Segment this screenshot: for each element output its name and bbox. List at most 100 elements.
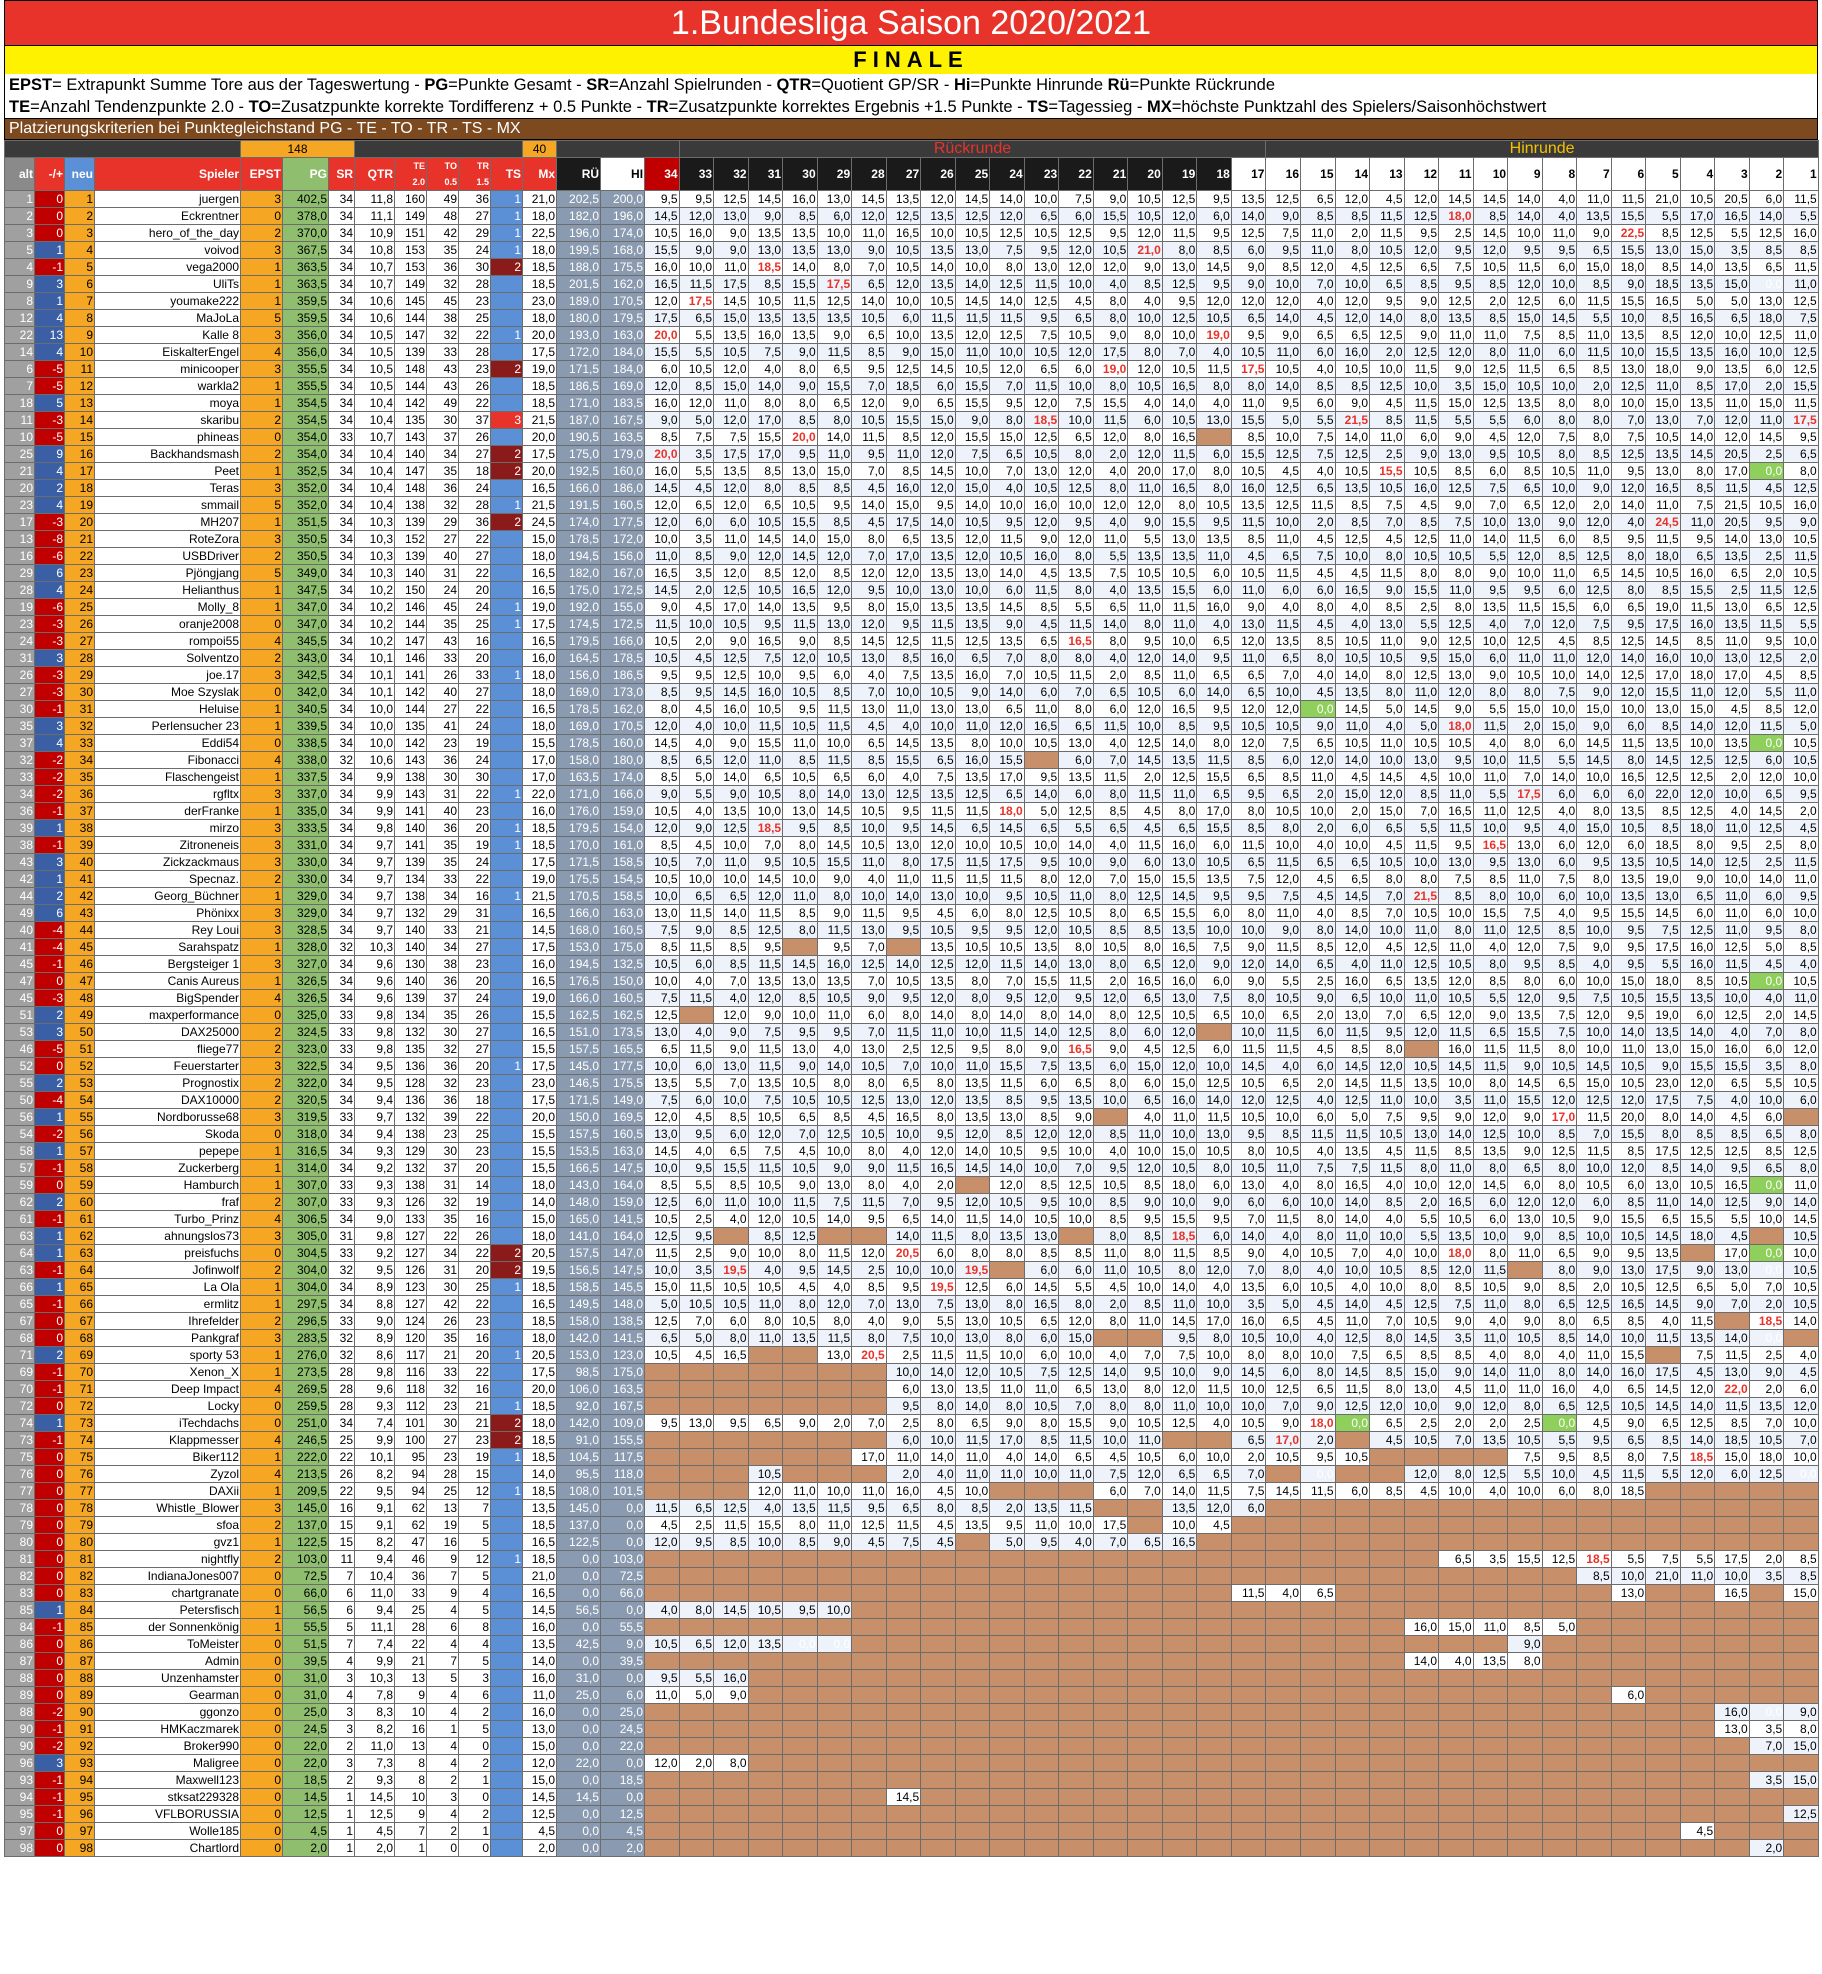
day-score: 9,0 [816,904,853,922]
day-score: 6,0 [1541,853,1578,871]
day-score: 8,5 [782,207,818,225]
day-score: 8,5 [1507,1618,1543,1636]
day-wins: 1 [490,224,524,242]
epst: 1 [240,938,283,956]
day-score [1403,1686,1440,1704]
second-half-points: 91,0 [556,1431,602,1449]
rank-new: 83 [64,1584,95,1602]
day-score: 12,5 [1507,802,1543,820]
epst: 3 [240,836,283,854]
exact-result: 24 [458,241,492,259]
day-wins [490,768,524,786]
day-score: 6,0 [920,1244,956,1262]
max-points: 15,0 [522,1210,558,1228]
exact-result: 26 [458,377,492,395]
rank-change: 1 [34,1244,65,1262]
day-score: 6,0 [1196,564,1232,582]
day-score: 11,5 [1610,190,1647,208]
tendency: 134 [394,1006,428,1024]
quotient: 11,1 [354,1618,396,1636]
day-score: 6,0 [1748,751,1785,769]
day-score [1196,1669,1232,1687]
day-score: 7,0 [989,377,1025,395]
day-score: 9,0 [1403,292,1440,310]
day-score [1576,1839,1612,1857]
day-score: 13,0 [1610,360,1647,378]
day-score [1610,1805,1647,1823]
rank-old: 13 [4,530,35,548]
day-score: 14,0 [1748,207,1785,225]
day-score: 12,0 [1058,258,1094,276]
header-day-12: 12 [1403,157,1440,191]
header-epst: EPST [240,157,283,191]
day-score: 4,5 [1783,819,1819,837]
day-score: 13,5 [885,190,922,208]
day-score: 22,5 [1610,224,1647,242]
player-name: Klappmesser [94,1431,241,1449]
points-total: 359,5 [282,292,329,310]
day-score: 9,0 [1265,326,1301,344]
day-score [782,1397,818,1415]
day-wins [490,428,524,446]
day-score: 14,5 [1230,1057,1267,1075]
day-score [1610,1669,1647,1687]
max-points: 16,0 [522,1618,558,1636]
day-score: 18,5 [1645,836,1681,854]
day-score: 8,5 [1403,1346,1440,1364]
day-score: 10,0 [644,1159,680,1177]
day-score: 12,0 [816,581,853,599]
day-score [1610,1499,1647,1517]
day-score [747,1652,784,1670]
rank-new: 39 [64,836,95,854]
day-score: 9,0 [1369,581,1405,599]
day-score: 9,5 [920,1193,956,1211]
day-score: 8,0 [1023,1006,1060,1024]
day-score: 17,5 [816,275,853,293]
day-score: 4,0 [1196,1278,1232,1296]
day-score: 10,0 [644,1261,680,1279]
day-score: 9,0 [1438,1108,1474,1126]
rank-old: 35 [4,717,35,735]
day-score: 8,0 [1610,581,1647,599]
table-row: 61 -1 61 Turbo_Prinz 4 306,5 34 9,0 133 35 16 15,0 1… [4,1210,1819,1228]
day-score: 11,5 [1403,411,1440,429]
day-score: 8,0 [1783,921,1819,939]
day-score [1196,1805,1232,1823]
day-score [885,1584,922,1602]
day-score [1369,1635,1405,1653]
first-half-points: 162,5 [600,1006,646,1024]
day-score [1058,1567,1094,1585]
day-score [1369,1754,1405,1772]
day-score: 12,0 [644,1754,680,1772]
day-score: 11,0 [1438,1159,1474,1177]
day-score: 12,0 [747,1210,784,1228]
day-score: 10,0 [1783,1244,1819,1262]
day-score: 17,5 [1507,785,1543,803]
rank-old: 90 [4,1720,35,1738]
day-score [816,1669,853,1687]
day-score: 4,5 [1127,1040,1163,1058]
day-score [678,1006,715,1024]
rounds: 34 [327,496,356,514]
day-score: 8,0 [1058,445,1094,463]
table-row: 75 0 75 Biker112 1 222,0 22 10,1 95 23 19 1 18,5 104,… [4,1448,1819,1466]
day-score: 12,5 [1058,1023,1094,1041]
day-score: 9,0 [713,734,749,752]
day-score: 9,5 [678,683,715,701]
day-score: 12,5 [747,921,784,939]
day-score: 9,0 [1576,683,1612,701]
day-score [713,1788,749,1806]
day-score [1196,1635,1232,1653]
day-score: 14,5 [1403,700,1440,718]
day-score [1576,1533,1612,1551]
day-score [1541,1703,1578,1721]
max-points: 18,0 [522,1176,558,1194]
points-total: 338,5 [282,734,329,752]
day-score: 5,0 [1714,1278,1750,1296]
rank-change: 0 [34,1584,65,1602]
table-row: 11 -3 14 skaribu 2 354,5 34 10,4 135 30 37 3 21,5 187… [4,411,1819,429]
second-half-points: 192,0 [556,598,602,616]
day-score: 8,0 [1334,241,1371,259]
day-score: 13,5 [782,241,818,259]
day-score: 15,5 [713,1159,749,1177]
